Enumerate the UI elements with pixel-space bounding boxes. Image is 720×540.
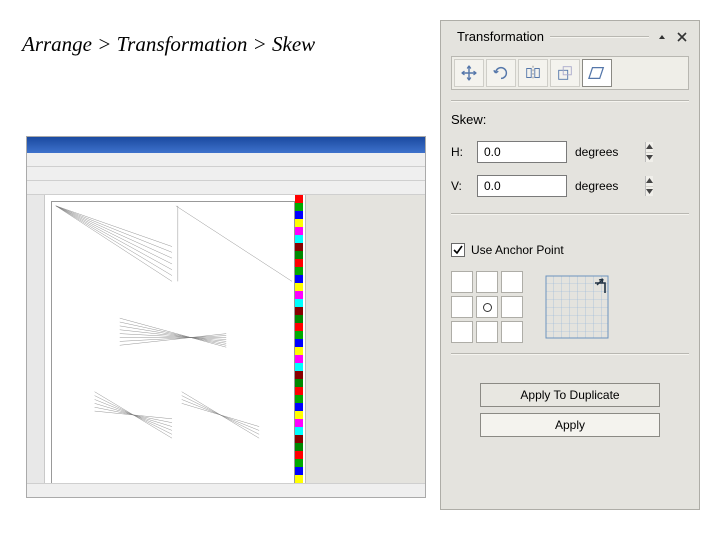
canvas-area <box>45 195 425 497</box>
skew-v-unit: degrees <box>575 179 618 193</box>
mini-docker <box>305 195 425 497</box>
collapse-button[interactable] <box>655 30 669 44</box>
skew-v-spin-up[interactable] <box>646 176 653 187</box>
use-anchor-label: Use Anchor Point <box>471 243 564 257</box>
skew-v-row: V: degrees <box>451 175 689 197</box>
anchor-bc[interactable] <box>476 321 498 343</box>
menubar <box>27 153 425 167</box>
titlebar <box>27 137 425 153</box>
skew-h-label: H: <box>451 145 469 159</box>
skew-v-field[interactable] <box>477 175 567 197</box>
tab-rotate[interactable] <box>486 59 516 87</box>
close-button[interactable] <box>675 30 689 44</box>
header-rule <box>550 36 649 38</box>
apply-to-duplicate-button[interactable]: Apply To Duplicate <box>480 383 660 407</box>
skew-v-spin-down[interactable] <box>646 187 653 197</box>
statusbar <box>27 483 425 497</box>
anchor-br[interactable] <box>501 321 523 343</box>
anchor-tc[interactable] <box>476 271 498 293</box>
breadcrumb: Arrange > Transformation > Skew <box>22 32 315 57</box>
separator <box>451 100 689 102</box>
anchor-preview-icon <box>545 275 609 339</box>
use-anchor-row: Use Anchor Point <box>451 243 689 257</box>
artwork-preview <box>52 202 294 454</box>
anchor-mr[interactable] <box>501 296 523 318</box>
skew-h-spin-down[interactable] <box>646 153 653 163</box>
anchor-grid[interactable] <box>451 271 523 343</box>
skew-v-input[interactable] <box>478 176 645 196</box>
section-label-skew: Skew: <box>451 112 689 127</box>
transform-tabs <box>451 56 689 90</box>
use-anchor-checkbox[interactable] <box>451 243 465 257</box>
skew-h-spin-up[interactable] <box>646 142 653 153</box>
skew-h-row: H: degrees <box>451 141 689 163</box>
skew-h-field[interactable] <box>477 141 567 163</box>
skew-h-input[interactable] <box>478 142 645 162</box>
anchor-bl[interactable] <box>451 321 473 343</box>
color-palette <box>295 195 303 497</box>
drawing-page <box>51 201 295 491</box>
separator <box>451 353 689 355</box>
toolbox <box>27 195 45 497</box>
anchor-ml[interactable] <box>451 296 473 318</box>
skew-v-label: V: <box>451 179 469 193</box>
tab-size[interactable] <box>550 59 580 87</box>
anchor-row <box>451 271 689 343</box>
docker-title: Transformation <box>457 29 544 44</box>
anchor-tl[interactable] <box>451 271 473 293</box>
toolbar-property <box>27 181 425 195</box>
app-screenshot-thumbnail <box>26 136 426 498</box>
action-buttons: Apply To Duplicate Apply <box>451 377 689 443</box>
apply-button[interactable]: Apply <box>480 413 660 437</box>
transformation-docker: Transformation Skew: H: <box>440 20 700 510</box>
docker-header: Transformation <box>451 29 689 44</box>
anchor-mc[interactable] <box>476 296 498 318</box>
tab-position[interactable] <box>454 59 484 87</box>
separator <box>451 213 689 215</box>
tab-mirror[interactable] <box>518 59 548 87</box>
toolbar-standard <box>27 167 425 181</box>
skew-h-unit: degrees <box>575 145 618 159</box>
tab-skew[interactable] <box>582 59 612 87</box>
anchor-tr[interactable] <box>501 271 523 293</box>
